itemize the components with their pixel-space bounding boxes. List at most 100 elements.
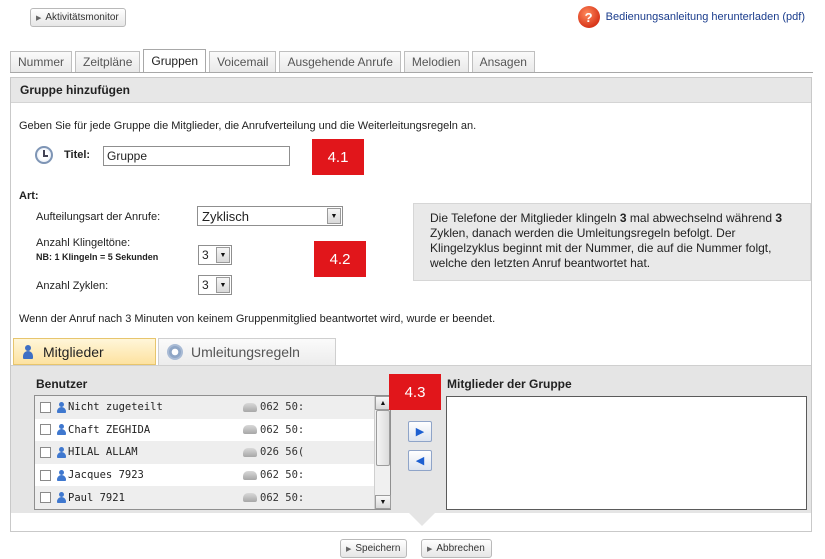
person-icon (22, 344, 34, 359)
main-tabs: Nummer Zeitpläne Gruppen Voicemail Ausge… (10, 49, 538, 72)
user-list[interactable]: Nicht zugeteilt 062 50: Chaft ZEGHIDA 06… (34, 395, 391, 510)
group-members-title: Mitglieder der Gruppe (447, 377, 572, 391)
info-text: Die Telefone der Mitglieder klingeln (430, 211, 620, 225)
activity-monitor-button[interactable]: ▶ Aktivitätsmonitor (30, 8, 126, 27)
save-button[interactable]: ▶ Speichern (340, 539, 408, 558)
type-section-label: Art: (19, 190, 39, 202)
user-checkbox[interactable] (40, 446, 51, 458)
info-rings-count: 3 (619, 211, 627, 225)
activity-monitor-label: Aktivitätsmonitor (45, 12, 119, 23)
user-phone: 062 50: (260, 401, 305, 414)
user-name: Chaft ZEGHIDA (68, 423, 151, 436)
group-title-input[interactable] (103, 146, 290, 166)
arrow-right-icon: ▶ (427, 545, 433, 553)
tab-ansagen[interactable]: Ansagen (471, 51, 535, 72)
arrow-right-icon: ▶ (36, 14, 42, 22)
intro-text: Geben Sie für jede Gruppe die Mitglieder… (19, 120, 477, 132)
users-title: Benutzer (36, 377, 88, 391)
person-icon (57, 401, 66, 413)
person-icon (57, 446, 66, 458)
user-phone: 026 56( (260, 446, 305, 459)
phone-icon (243, 425, 257, 435)
cycles-select[interactable]: 3 ▼ (198, 275, 232, 295)
chevron-down-icon: ▼ (327, 208, 341, 224)
tab-zeitplaene[interactable]: Zeitpläne (75, 51, 141, 72)
user-list-item[interactable]: HILAL ALLAM 026 56( (35, 441, 390, 464)
user-list-item[interactable]: Nicht zugeteilt 062 50: (35, 396, 390, 419)
user-name: Nicht zugeteilt (68, 401, 163, 414)
distribution-value: Zyklisch (202, 208, 249, 224)
tab-label: Voicemail (217, 55, 269, 69)
user-checkbox[interactable] (40, 492, 51, 504)
rings-label: Anzahl Klingeltöne: (36, 237, 131, 249)
annotation-badge-4-2: 4.2 (314, 241, 366, 277)
phone-icon (243, 402, 257, 412)
tab-ausgehende-anrufe[interactable]: Ausgehende Anrufe (279, 51, 401, 72)
download-manual-link[interactable]: ? Bedienungsanleitung herunterladen (pdf… (577, 6, 805, 28)
phone-icon (243, 470, 257, 480)
tab-forwarding-rules[interactable]: Umleitungsregeln (158, 338, 336, 365)
member-subtabs: Mitglieder Umleitungsregeln (13, 338, 336, 365)
tab-label: Melodien (411, 55, 461, 69)
chevron-down-icon: ▼ (216, 247, 230, 263)
title-label: Titel: (64, 149, 91, 161)
user-list-item[interactable]: Chaft ZEGHIDA 062 50: (35, 419, 390, 442)
arrow-right-icon: ▶ (415, 426, 425, 438)
user-checkbox[interactable] (40, 469, 51, 481)
tab-forwarding-label: Umleitungsregeln (191, 344, 300, 360)
arrow-left-icon: ◀ (415, 455, 425, 467)
cancel-button[interactable]: ▶ Abbrechen (421, 539, 492, 558)
user-list-item[interactable]: Jacques 7923 062 50: (35, 464, 390, 487)
user-list-item[interactable]: Paul 7921 062 50: (35, 486, 390, 509)
distribution-label: Aufteilungsart der Anrufe: (36, 211, 161, 223)
remove-member-button[interactable]: ◀ (408, 450, 432, 471)
distribution-info-box: Die Telefone der Mitglieder klingeln 3 m… (413, 203, 811, 281)
tab-voicemail[interactable]: Voicemail (209, 51, 277, 72)
distribution-select[interactable]: Zyklisch ▼ (197, 206, 343, 226)
tab-divider (10, 72, 813, 73)
group-members-list[interactable] (446, 396, 807, 510)
add-member-button[interactable]: ▶ (408, 421, 432, 442)
cycles-label: Anzahl Zyklen: (36, 280, 109, 292)
person-icon (57, 469, 66, 481)
user-phone: 062 50: (260, 469, 305, 482)
panel-title: Gruppe hinzufügen (11, 78, 811, 103)
person-icon (57, 424, 66, 436)
rings-select[interactable]: 3 ▼ (198, 245, 232, 265)
user-checkbox[interactable] (40, 424, 51, 436)
person-icon (57, 492, 66, 504)
user-name: HILAL ALLAM (68, 446, 138, 459)
user-name: Jacques 7923 (68, 469, 144, 482)
user-phone: 062 50: (260, 423, 305, 436)
user-list-scrollbar[interactable]: ▲ ▼ (374, 396, 391, 509)
scrollbar-thumb[interactable] (376, 410, 390, 466)
user-name: Paul 7921 (68, 491, 125, 504)
tab-gruppen[interactable]: Gruppen (143, 49, 207, 72)
scroll-down-icon[interactable]: ▼ (375, 495, 391, 509)
tab-melodien[interactable]: Melodien (403, 51, 469, 72)
save-label: Speichern (355, 543, 401, 554)
tab-members-label: Mitglieder (43, 343, 104, 360)
download-manual-label: Bedienungsanleitung herunterladen (pdf) (605, 11, 805, 23)
chevron-down-icon: ▼ (216, 277, 230, 293)
help-icon: ? (577, 6, 600, 28)
rings-value: 3 (202, 248, 209, 262)
phone-icon (243, 493, 257, 503)
annotation-badge-4-3: 4.3 (389, 374, 441, 410)
arrow-right-icon: ▶ (346, 545, 352, 553)
rings-note: NB: 1 Klingeln = 5 Sekunden (36, 252, 159, 262)
tab-label: Ansagen (479, 55, 527, 69)
info-cycles-count: 3 (775, 211, 783, 225)
cycles-value: 3 (202, 278, 209, 292)
tab-members[interactable]: Mitglieder (13, 338, 156, 365)
clock-icon (35, 146, 53, 164)
phone-icon (243, 447, 257, 457)
tab-label: Nummer (18, 55, 65, 69)
gear-icon (167, 344, 183, 360)
cancel-label: Abbrechen (436, 543, 485, 554)
tab-label: Gruppen (151, 54, 199, 68)
user-checkbox[interactable] (40, 401, 51, 413)
tab-nummer[interactable]: Nummer (10, 51, 73, 72)
tab-label: Zeitpläne (83, 55, 133, 69)
user-phone: 062 50: (260, 491, 305, 504)
